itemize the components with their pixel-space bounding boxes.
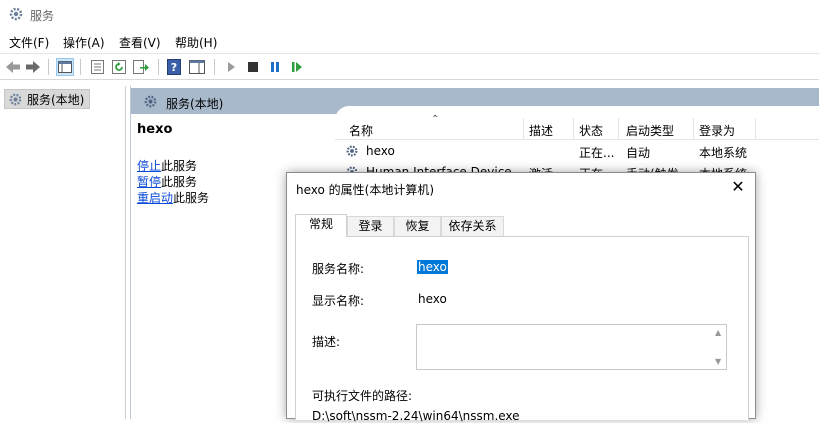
- scroll-down-icon[interactable]: ▼: [715, 357, 721, 366]
- tab-logon[interactable]: 登录: [347, 216, 394, 236]
- gear-icon: [346, 145, 358, 157]
- pane-header-label: 服务(本地): [166, 97, 224, 111]
- description-scrollbar[interactable]: ▲ ▼: [712, 325, 726, 369]
- tree-item-services-local[interactable]: 服务(本地): [4, 89, 90, 109]
- close-icon[interactable]: ✕: [729, 178, 747, 196]
- executable-path-value: D:\soft\nssm-2.24\win64\nssm.exe: [312, 409, 520, 423]
- table-row[interactable]: hexo 正在... 自动 本地系统: [335, 141, 819, 161]
- row-name: hexo: [366, 144, 395, 158]
- stop-service-link[interactable]: 停止: [137, 159, 161, 173]
- service-detail: hexo 停止此服务 暂停此服务 重启动此服务: [137, 122, 327, 205]
- help-icon[interactable]: ?: [165, 58, 183, 76]
- window-title: 服务: [30, 9, 55, 23]
- description-field[interactable]: ▲ ▼: [416, 324, 727, 370]
- svg-text:?: ?: [171, 61, 177, 74]
- back-arrow-icon[interactable]: [4, 58, 22, 76]
- tab-general-panel: 服务名称: hexo 显示名称: hexo 描述: ▲ ▼ 可执行文件的路径: …: [295, 236, 749, 423]
- service-name-label: 服务名称:: [312, 262, 365, 276]
- start-service-icon[interactable]: [222, 58, 240, 76]
- gear-icon: [9, 7, 23, 21]
- stop-service-icon[interactable]: [244, 58, 262, 76]
- menu-view[interactable]: 查看(V): [119, 34, 161, 51]
- tab-recovery[interactable]: 恢复: [394, 216, 441, 236]
- menu-help[interactable]: 帮助(H): [175, 34, 217, 51]
- gear-icon: [9, 93, 22, 106]
- dialog-title: hexo 的属性(本地计算机): [296, 183, 435, 197]
- restart-service-suffix: 此服务: [173, 191, 210, 205]
- column-status[interactable]: 状态: [579, 122, 603, 139]
- toolbar: ?: [0, 53, 819, 80]
- tree-item-label: 服务(本地): [27, 92, 85, 107]
- export-list-icon[interactable]: [132, 58, 150, 76]
- properties-sheet-icon[interactable]: [88, 58, 106, 76]
- description-label: 描述:: [312, 335, 341, 349]
- row-startup-type: 自动: [626, 146, 651, 160]
- forward-arrow-icon[interactable]: [24, 58, 42, 76]
- executable-path-label: 可执行文件的路径:: [312, 389, 413, 403]
- properties-dialog: hexo 的属性(本地计算机) ✕ 常规 登录 恢复 依存关系 服务名称: he…: [286, 172, 756, 423]
- pause-service-link[interactable]: 暂停: [137, 175, 161, 189]
- pause-service-suffix: 此服务: [161, 175, 198, 189]
- menu-file[interactable]: 文件(F): [9, 34, 49, 51]
- tab-general[interactable]: 常规: [295, 214, 347, 237]
- sort-ascending-icon: ⌃: [431, 114, 440, 125]
- dialog-tabs: 常规 登录 恢复 依存关系: [295, 214, 749, 237]
- service-actions: 停止此服务 暂停此服务 重启动此服务: [137, 158, 209, 206]
- row-logon-as: 本地系统: [699, 146, 748, 160]
- restart-service-icon[interactable]: [288, 58, 306, 76]
- title-bar: 服务: [0, 0, 819, 30]
- column-description[interactable]: 描述: [529, 122, 553, 139]
- display-name-value[interactable]: hexo: [418, 292, 447, 306]
- scroll-up-icon[interactable]: ▲: [715, 328, 721, 337]
- display-name-label: 显示名称:: [312, 294, 365, 308]
- selected-service-name: hexo: [137, 122, 173, 137]
- restart-service-link[interactable]: 重启动: [137, 191, 173, 205]
- console-tree-icon[interactable]: [56, 58, 74, 76]
- services-window: 服务 文件(F) 操作(A) 查看(V) 帮助(H) ? 服务(本地) 服务(本…: [0, 0, 819, 423]
- stop-service-suffix: 此服务: [161, 159, 198, 173]
- column-startup-type[interactable]: 启动类型: [626, 122, 674, 139]
- tab-dependencies[interactable]: 依存关系: [441, 216, 504, 236]
- pause-service-icon[interactable]: [266, 58, 284, 76]
- menu-bar: 文件(F) 操作(A) 查看(V) 帮助(H): [0, 31, 819, 52]
- action-pane-icon[interactable]: [188, 58, 206, 76]
- column-logon-as[interactable]: 登录为: [699, 122, 735, 139]
- gear-icon: [144, 95, 157, 108]
- row-status: 正在...: [579, 146, 615, 160]
- list-header: ⌃ 名称 描述 状态 启动类型 登录为: [335, 114, 819, 140]
- menu-action[interactable]: 操作(A): [63, 34, 105, 51]
- column-name[interactable]: 名称: [349, 122, 373, 139]
- refresh-icon[interactable]: [110, 58, 128, 76]
- service-name-value[interactable]: hexo: [417, 260, 448, 274]
- console-tree: 服务(本地): [0, 86, 126, 419]
